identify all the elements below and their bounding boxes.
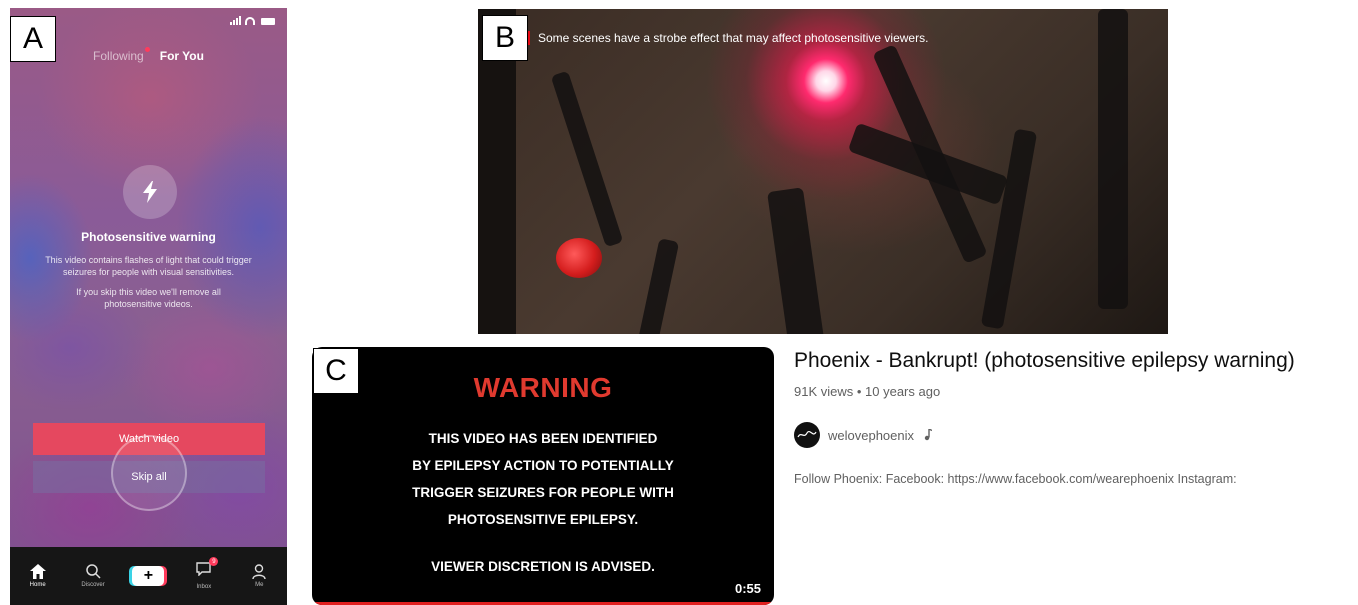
profile-icon [252,564,266,579]
viewer-discretion-text: VIEWER DISCRETION IS ADVISED. [431,559,655,574]
red-ball [556,238,602,278]
nav-discover[interactable]: Discover [71,564,115,588]
graffiti-stroke [767,187,825,334]
panel-b-video-frame: Some scenes have a strobe effect that ma… [478,9,1168,334]
bottom-nav: Home Discover + 9 Inbox Me [10,547,287,605]
nav-inbox[interactable]: 9 Inbox [182,557,226,590]
video-title[interactable]: Phoenix - Bankrupt! (photosensitive epil… [794,349,1295,373]
notification-dot [144,47,150,52]
inbox-badge: 9 [209,557,219,566]
graffiti-stroke [550,70,624,248]
tab-following[interactable]: Following [93,47,150,63]
battery-icon [261,18,275,25]
panel-label-a: A [10,16,56,62]
graffiti-stroke [636,238,680,334]
photosensitive-warning-body: This video contains flashes of light tha… [45,255,252,277]
avatar[interactable] [794,422,820,448]
nav-me[interactable]: Me [237,564,281,588]
panel-label-c: C [313,348,359,394]
video-description: Follow Phoenix: Facebook: https://www.fa… [794,472,1237,486]
graffiti-stroke [1098,9,1128,309]
channel-name[interactable]: welovephoenix [828,428,914,443]
create-plus-button[interactable]: + [132,566,165,586]
status-bar [230,16,275,25]
video-meta: 91K views • 10 years ago [794,384,941,399]
signal-icon [230,16,241,25]
search-icon [85,564,101,579]
photosensitive-warning-title: Photosensitive warning [81,230,216,244]
channel-row[interactable]: welovephoenix [794,422,933,448]
tap-indicator [111,435,187,511]
graffiti-stroke [980,128,1038,330]
nav-home[interactable]: Home [16,564,60,588]
tab-for-you[interactable]: For You [160,49,204,63]
lightning-bolt-icon [123,165,177,219]
nav-create[interactable]: + [126,566,170,586]
music-note-icon [924,429,933,441]
wifi-icon [245,17,255,25]
skip-note: If you skip this video we'll remove all … [76,287,221,309]
thumbnail-warning-heading: WARNING [473,372,613,403]
thumbnail-warning-text: THIS VIDEO HAS BEEN IDENTIFIED BY EPILEP… [412,431,674,527]
panel-c-video-thumbnail[interactable]: WARNING THIS VIDEO HAS BEEN IDENTIFIED B… [312,347,774,605]
home-icon [29,564,46,579]
panel-a-phone-screen: Following For You Photosensitive warning… [10,8,287,605]
panel-label-b: B [482,15,528,61]
video-duration: 0:55 [731,580,764,597]
strobe-warning-notice: Some scenes have a strobe effect that ma… [528,31,928,45]
